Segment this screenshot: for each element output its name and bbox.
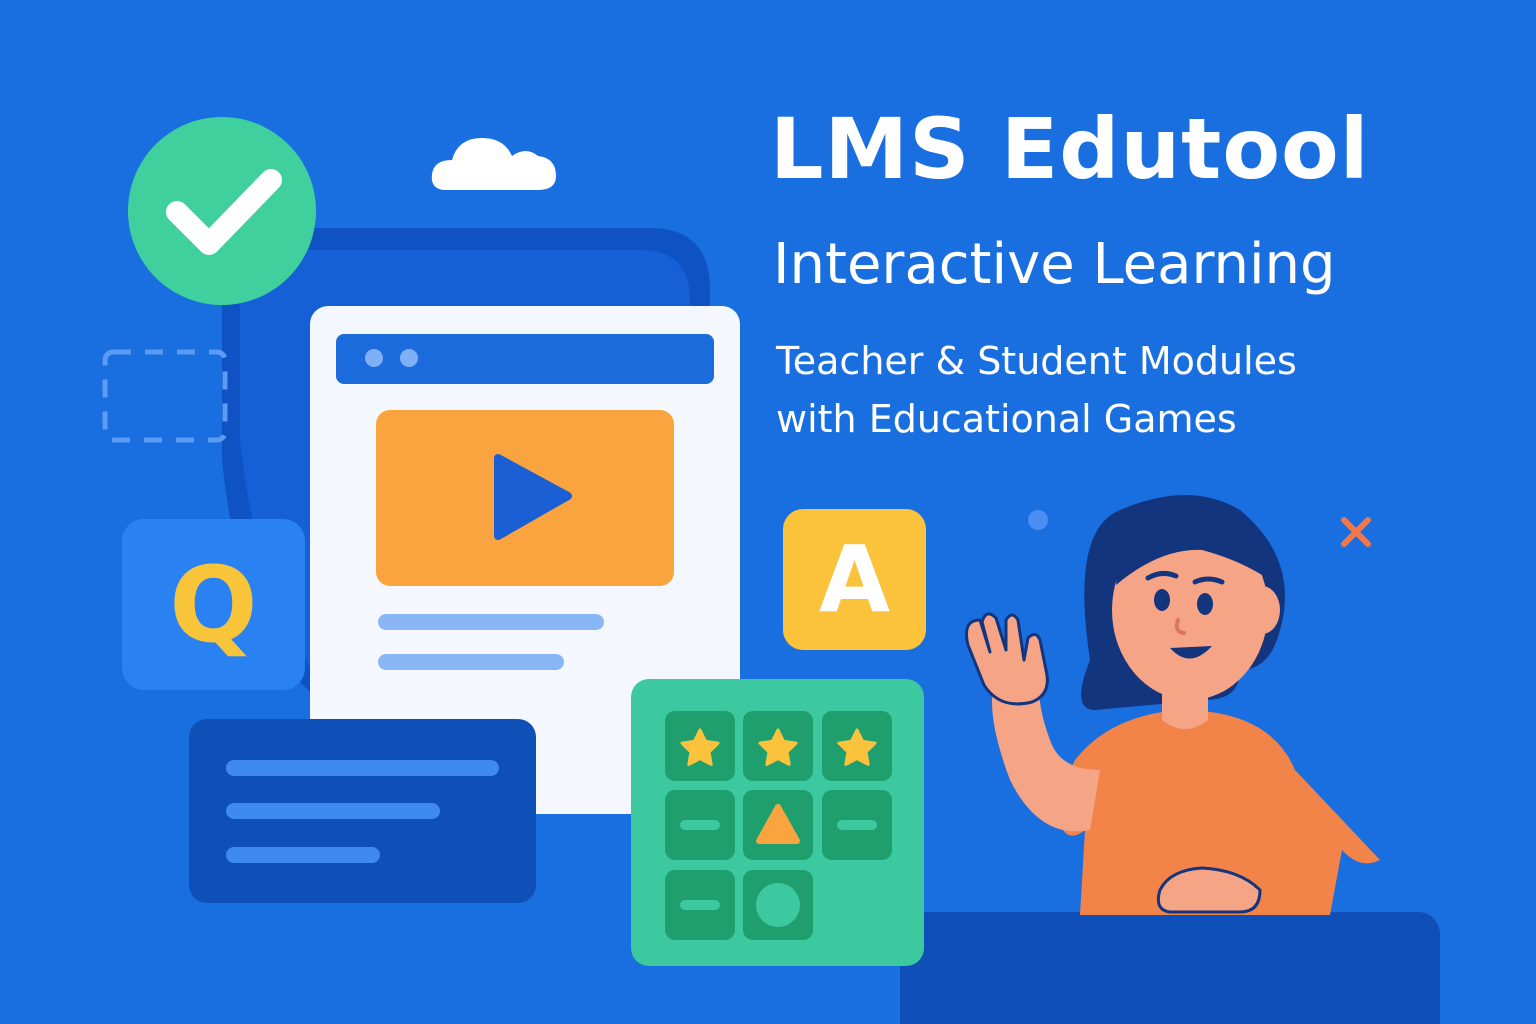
dash-mark [837, 820, 877, 830]
panel-line-1 [226, 760, 499, 776]
hero-banner: Q A LMS Edutool Interactive Learning Tea… [0, 0, 1536, 1024]
check-badge-icon [128, 117, 316, 305]
page-title: LMS Edutool [770, 100, 1370, 198]
text-line-2 [378, 654, 564, 670]
circle-icon [756, 883, 800, 927]
dashed-frame [102, 349, 228, 443]
window-titlebar [336, 334, 714, 384]
answer-a-letter: A [818, 526, 891, 633]
window-dot-1 [365, 349, 383, 367]
desk [900, 912, 1440, 1024]
panel-line-3 [226, 847, 380, 863]
waving-hand [965, 612, 1049, 706]
ear [1244, 586, 1280, 634]
eye-left [1154, 589, 1170, 611]
quiz-q-letter: Q [169, 543, 258, 666]
panel-line-2 [226, 803, 440, 819]
quiz-q-tile: Q [122, 519, 305, 690]
cloud-icon [431, 138, 556, 190]
eye-right [1197, 593, 1213, 615]
page-subtitle: Interactive Learning [773, 232, 1336, 297]
tagline-line-1: Teacher & Student Modules [776, 339, 1297, 383]
answer-a-tile: A [783, 509, 926, 650]
tagline-line-2: with Educational Games [776, 397, 1237, 441]
dash-mark [680, 900, 720, 910]
text-panel-lines [226, 760, 499, 863]
student-illustration [965, 495, 1380, 915]
game-board-grid [665, 711, 892, 940]
text-line-1 [378, 614, 604, 630]
text-panel [189, 719, 536, 903]
window-dot-2 [400, 349, 418, 367]
game-board [631, 679, 924, 966]
dash-mark [680, 820, 720, 830]
page-tagline: Teacher & Student Modules with Education… [776, 332, 1297, 448]
